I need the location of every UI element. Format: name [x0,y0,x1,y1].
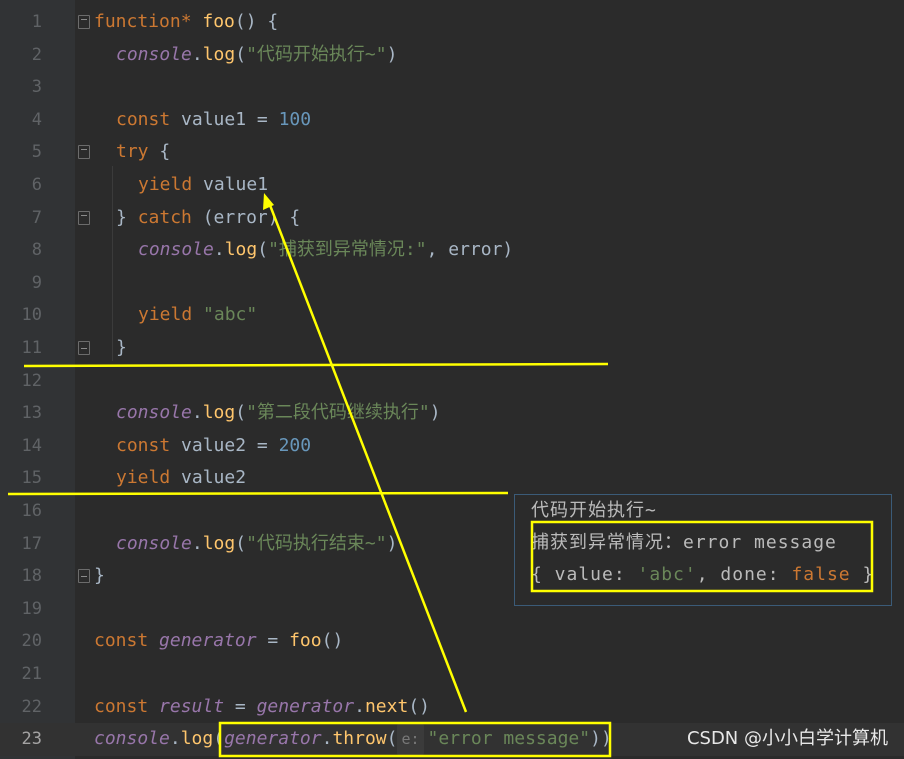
annotation-overlay [7,193,874,758]
code-editor[interactable]: 1 function* foo() {2 console.log("代码开始执行~"… [0,0,904,759]
annotation-line-after-catch [23,362,609,368]
annotation-arrowhead [263,193,274,210]
annotation-arrow-throw-to-yield [266,199,468,713]
annotation-line-after-yield2 [7,491,509,496]
watermark: CSDN @小小白学计算机 [686,728,888,749]
annotation-box-throw-call [218,721,612,758]
annotation-box-console [530,520,874,593]
